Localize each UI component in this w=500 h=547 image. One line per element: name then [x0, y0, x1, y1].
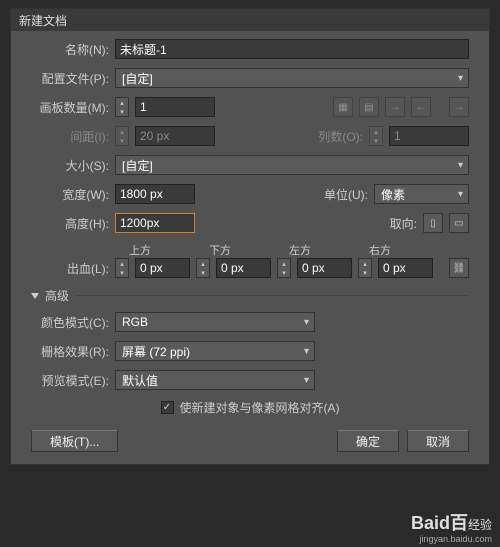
raster-label: 栅格效果(R):	[31, 343, 109, 360]
name-input[interactable]	[115, 39, 469, 59]
profile-label: 配置文件(P):	[31, 70, 109, 87]
watermark: Baid百经验 jingyan.baidu.com	[411, 513, 492, 545]
colormode-dropdown[interactable]: RGB	[115, 312, 315, 332]
colormode-label: 颜色模式(C):	[31, 314, 109, 331]
bleed-bottom-input[interactable]	[216, 258, 271, 278]
raster-dropdown[interactable]: 屏幕 (72 ppi)	[115, 341, 315, 361]
bleed-left-stepper[interactable]: ▴▾	[277, 258, 291, 278]
template-button[interactable]: 模板(T)...	[31, 430, 118, 452]
bleed-bottom-stepper[interactable]: ▴▾	[196, 258, 210, 278]
units-label: 单位(U):	[324, 186, 368, 203]
new-document-dialog: 新建文档 名称(N): 配置文件(P): [自定] 画板数量(M): ▴▾ ▦ …	[10, 8, 490, 465]
width-label: 宽度(W):	[31, 186, 109, 203]
cols-input	[389, 126, 469, 146]
height-label: 高度(H):	[31, 215, 109, 232]
bleed-top-stepper[interactable]: ▴▾	[115, 258, 129, 278]
cols-stepper: ▴▾	[369, 126, 383, 146]
align-checkbox[interactable]: ✓	[161, 401, 174, 414]
cols-label: 列数(O):	[318, 128, 363, 145]
height-input[interactable]	[115, 213, 195, 233]
spacing-label: 间距(I):	[31, 128, 109, 145]
link-icon[interactable]: ⛓	[449, 258, 469, 278]
portrait-icon[interactable]: ▯	[423, 213, 443, 233]
size-label: 大小(S):	[31, 157, 109, 174]
spacing-input	[135, 126, 215, 146]
artboards-input[interactable]	[135, 97, 215, 117]
advanced-label: 高级	[45, 287, 69, 304]
dialog-title-bar: 新建文档	[11, 9, 489, 31]
bleed-right-input[interactable]	[378, 258, 433, 278]
bleed-left-input[interactable]	[297, 258, 352, 278]
grid-col-icon[interactable]: ▤	[359, 97, 379, 117]
arrow-left-icon[interactable]: ←	[411, 97, 431, 117]
spacing-stepper: ▴▾	[115, 126, 129, 146]
arrow-right-icon[interactable]: →	[385, 97, 405, 117]
name-label: 名称(N):	[31, 41, 109, 58]
bleed-header: 上方 下方 左方 右方	[129, 242, 469, 258]
artboards-label: 画板数量(M):	[31, 99, 109, 116]
preview-label: 预览模式(E):	[31, 372, 109, 389]
bleed-top-input[interactable]	[135, 258, 190, 278]
preview-dropdown[interactable]: 默认值	[115, 370, 315, 390]
dialog-title: 新建文档	[19, 12, 67, 29]
width-input[interactable]	[115, 184, 195, 204]
units-dropdown[interactable]: 像素	[374, 184, 469, 204]
arrow-icon[interactable]: →	[449, 97, 469, 117]
advanced-toggle[interactable]: 高级	[31, 287, 469, 304]
triangle-down-icon	[31, 293, 39, 299]
orient-label: 取向:	[390, 215, 417, 232]
align-label: 使新建对象与像素网格对齐(A)	[180, 399, 340, 416]
grid-row-icon[interactable]: ▦	[333, 97, 353, 117]
landscape-icon[interactable]: ▭	[449, 213, 469, 233]
profile-dropdown[interactable]: [自定]	[115, 68, 469, 88]
bleed-right-stepper[interactable]: ▴▾	[358, 258, 372, 278]
bleed-label: 出血(L):	[31, 260, 109, 277]
ok-button[interactable]: 确定	[337, 430, 399, 452]
artboards-stepper[interactable]: ▴▾	[115, 97, 129, 117]
size-dropdown[interactable]: [自定]	[115, 155, 469, 175]
cancel-button[interactable]: 取消	[407, 430, 469, 452]
